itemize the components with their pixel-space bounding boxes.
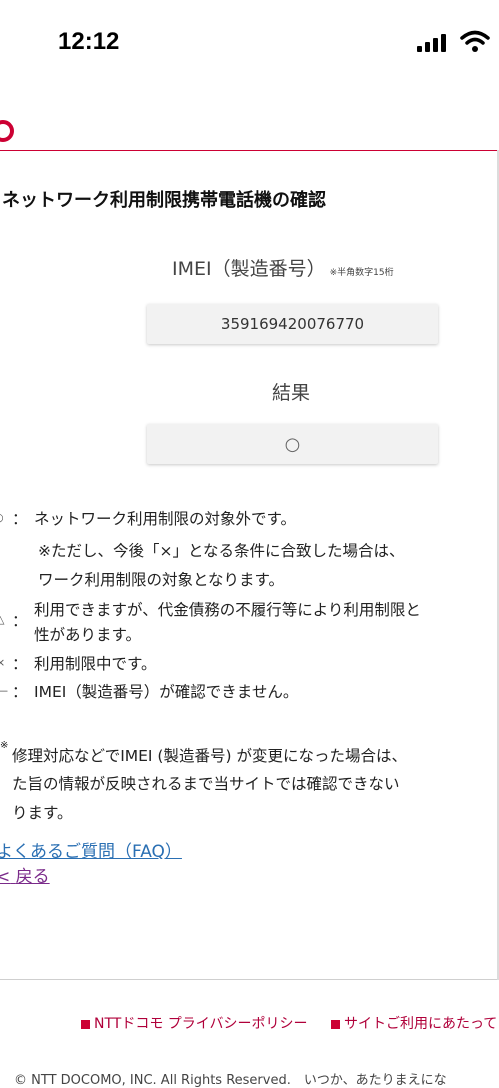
- cellular-signal-icon: [417, 34, 446, 52]
- imei-label-text: IMEI（製造番号）: [172, 258, 326, 280]
- legend-ok-note-1: ※ただし、今後「×」となる条件に合致した場合は、: [38, 542, 405, 560]
- imei-label: IMEI（製造番号） ※半角数字15桁: [172, 254, 394, 281]
- result-label: 結果: [272, 382, 311, 404]
- result-field: ○: [147, 424, 438, 464]
- privacy-policy-link[interactable]: NTTドコモ プライバシーポリシー: [81, 1013, 308, 1033]
- legend-separator: ：: [12, 612, 28, 630]
- back-link-label: 戻る: [15, 867, 50, 887]
- header-divider: [0, 150, 499, 151]
- privacy-policy-label: NTTドコモ プライバシーポリシー: [94, 1016, 308, 1032]
- site-terms-link[interactable]: サイトご利用にあたって: [331, 1013, 497, 1033]
- status-time: 12:12: [58, 28, 120, 55]
- site-terms-label: サイトご利用にあたって: [344, 1016, 498, 1032]
- legend-ok-note-2: ワーク利用制限の対象となります。: [38, 571, 284, 589]
- legend-separator: ：: [12, 510, 28, 528]
- legend-symbol-caution: △: [0, 613, 5, 626]
- legend-symbol-restricted: ×: [0, 656, 6, 669]
- legend-caution-text-2: 性があります。: [34, 626, 141, 644]
- copyright: © NTT DOCOMO, INC. All Rights Reserved. …: [14, 1073, 447, 1088]
- faq-link[interactable]: よくあるご質問（FAQ）: [0, 837, 182, 862]
- wifi-icon: [460, 30, 490, 52]
- docomo-logo[interactable]: [0, 120, 14, 142]
- link-bullet-icon: [331, 1020, 340, 1029]
- legend-symbol-ok: ○: [0, 511, 4, 524]
- note-line-1: 修理対応などでIMEI (製造番号) が変更になった場合は、: [12, 747, 407, 765]
- legend-symbol-unknown: －: [0, 683, 9, 699]
- link-bullet-icon: [81, 1020, 90, 1029]
- back-link[interactable]: < 戻る: [0, 862, 50, 887]
- back-arrow-icon: <: [0, 867, 11, 887]
- note-line-3: ります。: [12, 804, 73, 822]
- page-title: ネットワーク利用制限携帯電話機の確認: [2, 190, 326, 211]
- footer-divider: [0, 979, 497, 980]
- imei-note: ※半角数字15桁: [329, 268, 394, 278]
- legend-separator: ：: [12, 655, 28, 673]
- legend-caution-text-1: 利用できますが、代金債務の不履行等により利用制限と: [34, 601, 421, 619]
- legend-separator: ：: [12, 683, 28, 701]
- legend-unknown-text: IMEI（製造番号）が確認できません。: [34, 683, 299, 701]
- imei-field: 359169420076770: [147, 304, 438, 344]
- note-line-2: た旨の情報が反映されるまで当サイトでは確認できない: [12, 775, 400, 793]
- legend-ok-text: ネットワーク利用制限の対象外です。: [34, 510, 296, 528]
- note-mark: ※: [0, 740, 9, 751]
- legend-restricted-text: 利用制限中です。: [34, 655, 157, 673]
